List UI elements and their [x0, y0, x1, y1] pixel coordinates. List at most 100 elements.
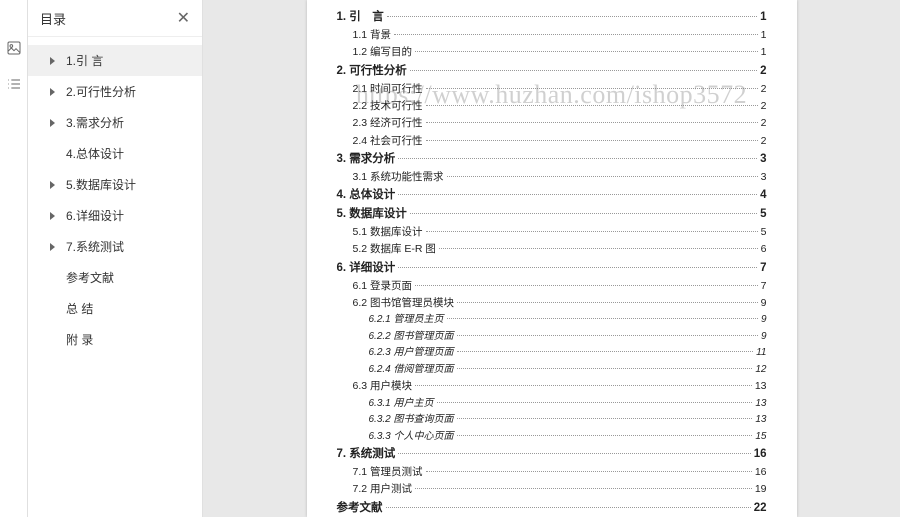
toc-page: 12 [755, 362, 766, 379]
toc-entry[interactable]: 1.2 编写目的1 [337, 44, 767, 61]
toc-label: 5. 数据库设计 [337, 205, 407, 224]
toc-page: 1 [760, 8, 766, 27]
toc-entry[interactable]: 6.2.3 用户管理页面11 [337, 345, 767, 362]
toc-label: 1.1 背景 [353, 27, 392, 44]
outline-item-7[interactable]: 参考文献 [28, 262, 202, 293]
outline-item-6[interactable]: 7.系统测试 [28, 231, 202, 262]
outline-item-2[interactable]: 3.需求分析 [28, 107, 202, 138]
toc-label: 6.3.3 个人中心页面 [369, 429, 454, 446]
toc-entry[interactable]: 5.2 数据库 E-R 图 6 [337, 241, 767, 258]
toc-entry[interactable]: 6.2.4 借阅管理页面 12 [337, 362, 767, 379]
toc-leader [457, 302, 758, 303]
toc-leader [447, 176, 758, 177]
toc-page: 19 [755, 481, 767, 498]
toc-leader [398, 267, 757, 268]
toc-leader [398, 194, 757, 195]
document-viewport[interactable]: https://www.huzhan.com/ishop3572 1. 引 言1… [203, 0, 900, 517]
toc-label: 6. 详细设计 [337, 259, 396, 278]
outline-item-0[interactable]: 1.引 言 [28, 45, 202, 76]
sidebar-title: 目录 [40, 9, 66, 28]
outline-item-9[interactable]: 附 录 [28, 324, 202, 355]
toc-page: 2 [761, 98, 767, 115]
toc-entry[interactable]: 2.4 社会可行性2 [337, 133, 767, 150]
close-icon[interactable]: ✕ [177, 8, 190, 28]
toc-entry[interactable]: 3. 需求分析3 [337, 150, 767, 169]
toc-leader [426, 122, 758, 123]
toc-page: 7 [760, 259, 766, 278]
toc-label: 6.2.2 图书管理页面 [369, 329, 454, 346]
outline-item-5[interactable]: 6.详细设计 [28, 200, 202, 231]
toc-leader [386, 507, 751, 508]
toc-label: 7.1 管理员测试 [353, 464, 423, 481]
toc-leader [415, 51, 758, 52]
outline-item-1[interactable]: 2.可行性分析 [28, 76, 202, 107]
toc-leader [457, 335, 758, 336]
toc-entry[interactable]: 3.1 系统功能性需求3 [337, 169, 767, 186]
toc-entry[interactable]: 参考文献 22 [337, 499, 767, 517]
toc-leader [415, 285, 758, 286]
toc-label: 3.1 系统功能性需求 [353, 169, 444, 186]
toc-leader [437, 402, 753, 403]
list-icon[interactable] [6, 76, 22, 97]
toc-entry[interactable]: 6.3 用户模块 13 [337, 378, 767, 395]
toc-entry[interactable]: 1. 引 言1 [337, 8, 767, 27]
toc-label: 2.4 社会可行性 [353, 133, 423, 150]
toc-label: 6.1 登录页面 [353, 278, 413, 295]
toc-entry[interactable]: 2.1 时间可行性2 [337, 81, 767, 98]
toc-leader [398, 158, 757, 159]
toc-entry[interactable]: 6.3.2 图书查询页面13 [337, 412, 767, 429]
toc-entry[interactable]: 6.3.3 个人中心页面15 [337, 429, 767, 446]
toc-page: 22 [754, 499, 767, 517]
toc-label: 5.1 数据库设计 [353, 224, 423, 241]
toc-page: 13 [755, 412, 766, 429]
toc-page: 6 [761, 241, 767, 258]
toc-label: 6.2.4 借阅管理页面 [369, 362, 454, 379]
outline-item-3[interactable]: 4.总体设计 [28, 138, 202, 169]
toc-leader [415, 488, 752, 489]
outline-item-8[interactable]: 总 结 [28, 293, 202, 324]
toc-entry[interactable]: 2. 可行性分析2 [337, 62, 767, 81]
toc-label: 6.2.1 管理员主页 [369, 312, 444, 329]
toc-label: 4. 总体设计 [337, 186, 396, 205]
toc-label: 2.2 技术可行性 [353, 98, 423, 115]
toc-label: 6.3.1 用户主页 [369, 396, 434, 413]
toc-entry[interactable]: 2.3 经济可行性2 [337, 115, 767, 132]
toc-entry[interactable]: 6.2 图书馆管理员模块9 [337, 295, 767, 312]
sidebar-header: 目录 ✕ [28, 0, 202, 37]
toc-entry[interactable]: 6.3.1 用户主页13 [337, 396, 767, 413]
toc-label: 6.3 用户模块 [353, 378, 413, 395]
toc-page: 2 [760, 62, 766, 81]
toc-entry[interactable]: 6.2.1 管理员主页9 [337, 312, 767, 329]
toc-entry[interactable]: 5.1 数据库设计5 [337, 224, 767, 241]
toc-page: 16 [755, 464, 767, 481]
toc-leader [457, 435, 753, 436]
tool-rail [0, 0, 28, 517]
toc-leader [457, 418, 753, 419]
toc-page: 13 [755, 378, 767, 395]
toc-leader [426, 231, 758, 232]
toc-entry[interactable]: 7.1 管理员测试 16 [337, 464, 767, 481]
toc-entry[interactable]: 2.2 技术可行性 2 [337, 98, 767, 115]
toc-entry[interactable]: 6.1 登录页面 7 [337, 278, 767, 295]
toc-leader [410, 213, 757, 214]
toc-entry[interactable]: 5. 数据库设计5 [337, 205, 767, 224]
toc-entry[interactable]: 7.2 用户测试19 [337, 481, 767, 498]
toc-leader [426, 88, 758, 89]
toc-page: 9 [761, 295, 767, 312]
toc-leader [426, 105, 758, 106]
toc-label: 参考文献 [337, 499, 383, 517]
image-icon[interactable] [6, 40, 22, 61]
toc-label: 5.2 数据库 E-R 图 [353, 241, 436, 258]
toc-entry[interactable]: 1.1 背景1 [337, 27, 767, 44]
toc-entry[interactable]: 4. 总体设计4 [337, 186, 767, 205]
toc-leader [439, 248, 758, 249]
toc-entry[interactable]: 6. 详细设计 7 [337, 259, 767, 278]
toc-entry[interactable]: 7. 系统测试16 [337, 445, 767, 464]
toc-leader [410, 70, 757, 71]
outline-item-4[interactable]: 5.数据库设计 [28, 169, 202, 200]
toc-label: 2.1 时间可行性 [353, 81, 423, 98]
toc-page: 7 [761, 278, 767, 295]
outline-sidebar: 目录 ✕ 1.引 言2.可行性分析3.需求分析4.总体设计5.数据库设计6.详细… [28, 0, 203, 517]
toc-entry[interactable]: 6.2.2 图书管理页面9 [337, 329, 767, 346]
toc-page: 1 [761, 44, 767, 61]
